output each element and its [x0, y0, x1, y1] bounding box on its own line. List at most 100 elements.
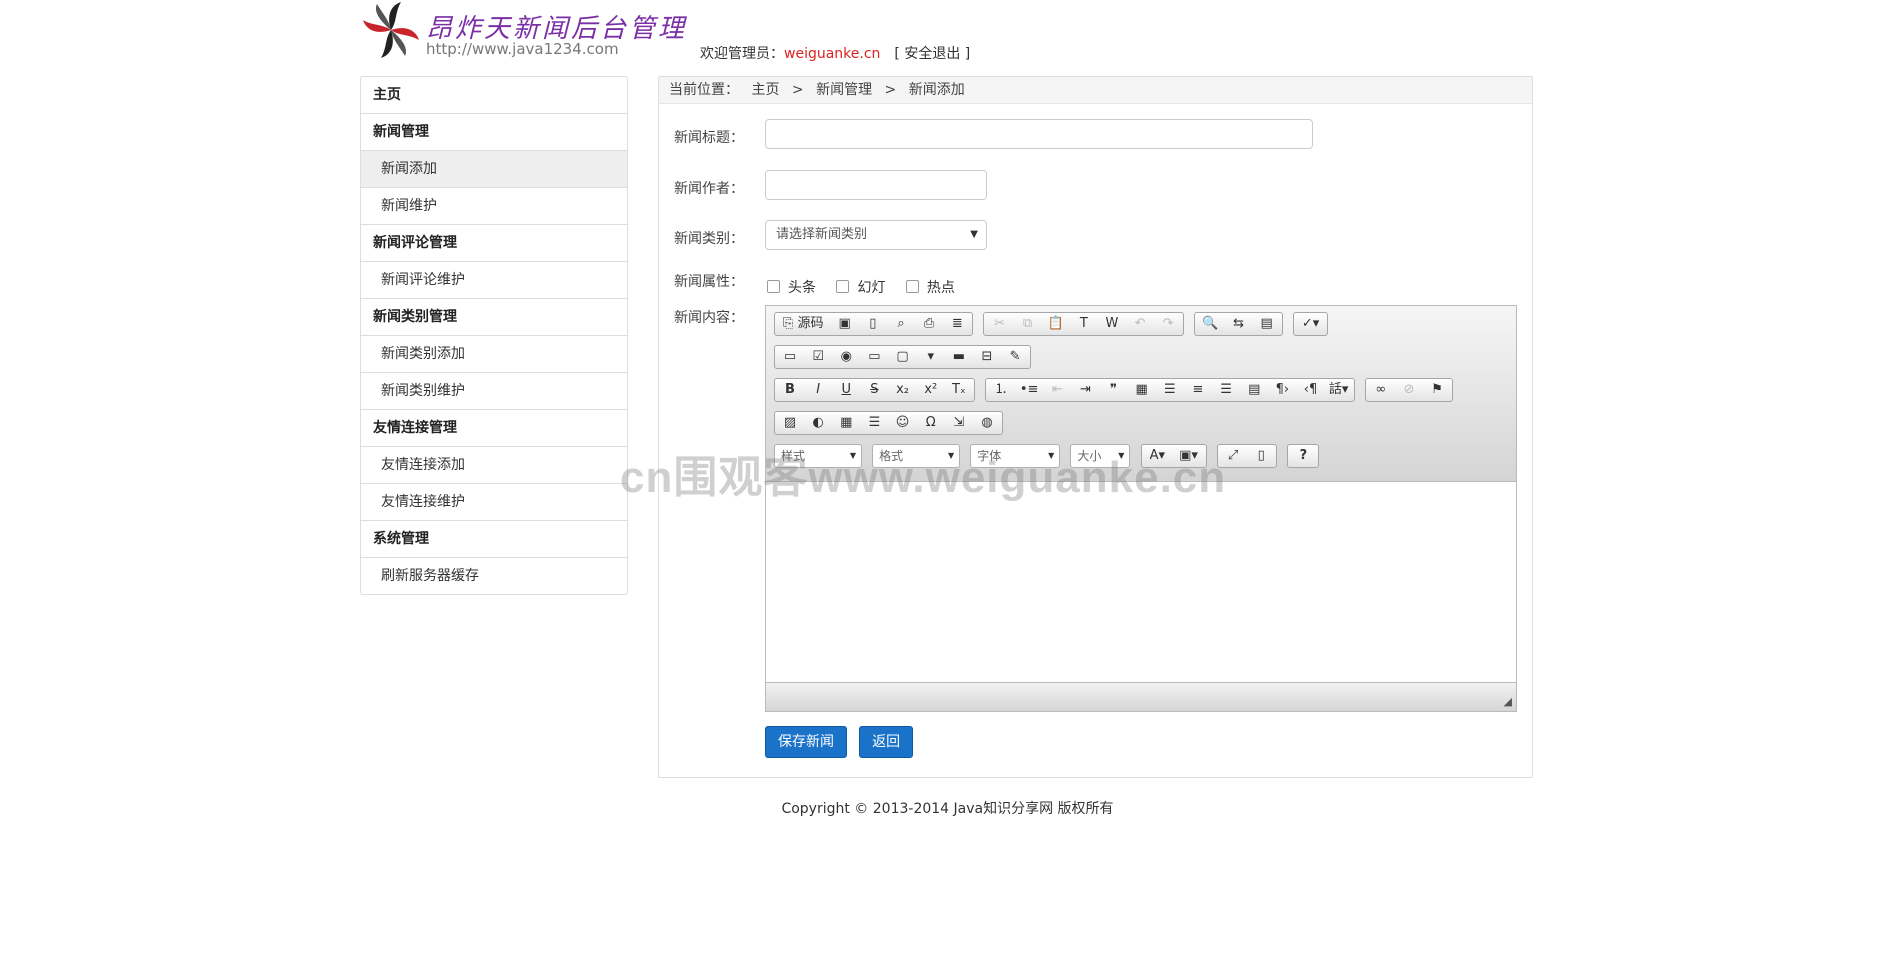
new-page-icon[interactable]: ▯	[861, 313, 885, 335]
preview-icon[interactable]: ⌕	[889, 313, 913, 335]
radio-icon[interactable]: ◉	[834, 346, 858, 368]
underline-icon[interactable]: U	[834, 379, 858, 401]
show-blocks-icon[interactable]: ▯	[1249, 445, 1273, 467]
attr-headline[interactable]: 头条	[767, 280, 816, 296]
subscript-icon[interactable]: x₂	[891, 379, 915, 401]
form-icon[interactable]: ▭	[778, 346, 802, 368]
find-icon[interactable]: 🔍	[1198, 313, 1222, 335]
button-icon[interactable]: ▬	[947, 346, 971, 368]
attr-slide[interactable]: 幻灯	[836, 280, 885, 296]
toolbar-group-basic: B I U S x₂ x² Tₓ	[774, 378, 975, 402]
sidebar-group-comment[interactable]: 新闻评论管理	[361, 224, 627, 261]
save-news-button[interactable]: 保存新闻	[765, 726, 847, 758]
outdent-icon[interactable]: ⇤	[1045, 379, 1069, 401]
toolbar-group-clipboard: ✂ ⧉ 📋 T W ↶ ↷	[983, 312, 1185, 336]
smiley-icon[interactable]: ☺	[891, 412, 915, 434]
superscript-icon[interactable]: x²	[919, 379, 943, 401]
attr-hot[interactable]: 热点	[905, 280, 955, 296]
source-button[interactable]: ⎘ 源码	[778, 313, 829, 335]
align-center-icon[interactable]: ≡	[1186, 379, 1210, 401]
save-icon[interactable]: ▣	[833, 313, 857, 335]
toolbar-group-document: ⎘ 源码 ▣ ▯ ⌕ ⎙ ≣	[774, 312, 974, 336]
hidden-field-icon[interactable]: ✎	[1003, 346, 1027, 368]
help-icon[interactable]: ?	[1291, 445, 1315, 467]
ltr-icon[interactable]: ¶›	[1270, 379, 1294, 401]
align-right-icon[interactable]: ☰	[1214, 379, 1238, 401]
breadcrumb: 当前位置： 主页 > 新闻管理 > 新闻添加	[659, 77, 1532, 104]
sidebar-item-link-maintain[interactable]: 友情连接维护	[361, 483, 627, 520]
link-icon[interactable]: ∞	[1369, 379, 1393, 401]
checkbox-icon[interactable]: ☑	[806, 346, 830, 368]
align-justify-icon[interactable]: ▤	[1242, 379, 1266, 401]
checkbox-slide[interactable]	[836, 280, 850, 293]
paste-text-icon[interactable]: T	[1072, 313, 1096, 335]
author-input[interactable]	[765, 170, 987, 200]
blockquote-icon[interactable]: ❞	[1102, 379, 1126, 401]
select-all-icon[interactable]: ▤	[1255, 313, 1279, 335]
author-label: 新闻作者：	[674, 181, 744, 197]
checkbox-headline[interactable]	[767, 280, 780, 293]
remove-format-icon[interactable]: Tₓ	[947, 379, 971, 401]
sidebar-group-category[interactable]: 新闻类别管理	[361, 298, 627, 335]
sidebar-item-news-add[interactable]: 新闻添加	[361, 150, 627, 187]
indent-icon[interactable]: ⇥	[1073, 379, 1097, 401]
image-button-icon[interactable]: ⊟	[975, 346, 999, 368]
page-wrapper: 昂炸天新闻后台管理 http://www.java1234.com 欢迎管理员：…	[360, 0, 1535, 817]
sidebar-group-system[interactable]: 系统管理	[361, 520, 627, 557]
bold-icon[interactable]: B	[778, 379, 802, 401]
resize-handle-icon[interactable]: ◢	[1504, 695, 1512, 708]
sidebar-item-refresh-cache[interactable]: 刷新服务器缓存	[361, 557, 627, 594]
sidebar-item-home[interactable]: 主页	[361, 77, 627, 113]
div-container-icon[interactable]: ▦	[1130, 379, 1154, 401]
welcome-label: 欢迎管理员：	[700, 46, 784, 62]
sidebar-item-link-add[interactable]: 友情连接添加	[361, 446, 627, 483]
image-icon[interactable]: ▨	[778, 412, 802, 434]
breadcrumb-section[interactable]: 新闻管理	[816, 82, 872, 98]
category-select[interactable]: 请选择新闻类别 ▼	[765, 220, 987, 250]
back-button[interactable]: 返回	[859, 726, 914, 758]
templates-icon[interactable]: ≣	[945, 313, 969, 335]
cut-icon[interactable]: ✂	[987, 313, 1011, 335]
breadcrumb-separator: >	[884, 82, 897, 98]
replace-icon[interactable]: ⇆	[1227, 313, 1251, 335]
paste-word-icon[interactable]: W	[1100, 313, 1124, 335]
special-char-icon[interactable]: Ω	[919, 412, 943, 434]
checkbox-hot[interactable]	[905, 280, 919, 293]
align-left-icon[interactable]: ☰	[1158, 379, 1182, 401]
textfield-icon[interactable]: ▭	[862, 346, 886, 368]
spellcheck-icon[interactable]: ✓▾	[1297, 313, 1324, 335]
strike-icon[interactable]: S	[862, 379, 886, 401]
rtl-icon[interactable]: ‹¶	[1299, 379, 1323, 401]
sidebar-group-news[interactable]: 新闻管理	[361, 113, 627, 150]
flash-icon[interactable]: ◐	[806, 412, 830, 434]
breadcrumb-home[interactable]: 主页	[751, 82, 779, 98]
sidebar-item-comment-maintain[interactable]: 新闻评论维护	[361, 261, 627, 298]
bulleted-list-icon[interactable]: •≡	[1017, 379, 1041, 401]
italic-icon[interactable]: I	[806, 379, 830, 401]
table-icon[interactable]: ▦	[834, 412, 858, 434]
undo-icon[interactable]: ↶	[1128, 313, 1152, 335]
redo-icon[interactable]: ↷	[1156, 313, 1180, 335]
sidebar-item-category-maintain[interactable]: 新闻类别维护	[361, 372, 627, 409]
numbered-list-icon[interactable]: ⒈	[989, 379, 1013, 401]
textarea-icon[interactable]: ▢	[891, 346, 915, 368]
sidebar-group-link[interactable]: 友情连接管理	[361, 409, 627, 446]
unlink-icon[interactable]: ⊘	[1397, 379, 1421, 401]
copy-icon[interactable]: ⧉	[1016, 313, 1040, 335]
sidebar-item-category-add[interactable]: 新闻类别添加	[361, 335, 627, 372]
toolbar-group-find: 🔍 ⇆ ▤	[1194, 312, 1283, 336]
title-input[interactable]	[765, 119, 1313, 149]
anchor-icon[interactable]: ⚑	[1425, 379, 1449, 401]
paste-icon[interactable]: 📋	[1044, 313, 1068, 335]
editor-content[interactable]	[766, 482, 1516, 684]
language-icon[interactable]: 話▾	[1327, 379, 1351, 401]
editor-status-bar: ◢	[766, 682, 1516, 711]
iframe-icon[interactable]: ◍	[975, 412, 999, 434]
select-icon[interactable]: ▾	[919, 346, 943, 368]
page-break-icon[interactable]: ⇲	[947, 412, 971, 434]
form-actions: 保存新闻 返回	[765, 726, 921, 758]
print-icon[interactable]: ⎙	[917, 313, 941, 335]
logout-link[interactable]: [ 安全退出 ]	[894, 46, 970, 62]
sidebar-item-news-maintain[interactable]: 新闻维护	[361, 187, 627, 224]
horizontal-rule-icon[interactable]: ☰	[862, 412, 886, 434]
